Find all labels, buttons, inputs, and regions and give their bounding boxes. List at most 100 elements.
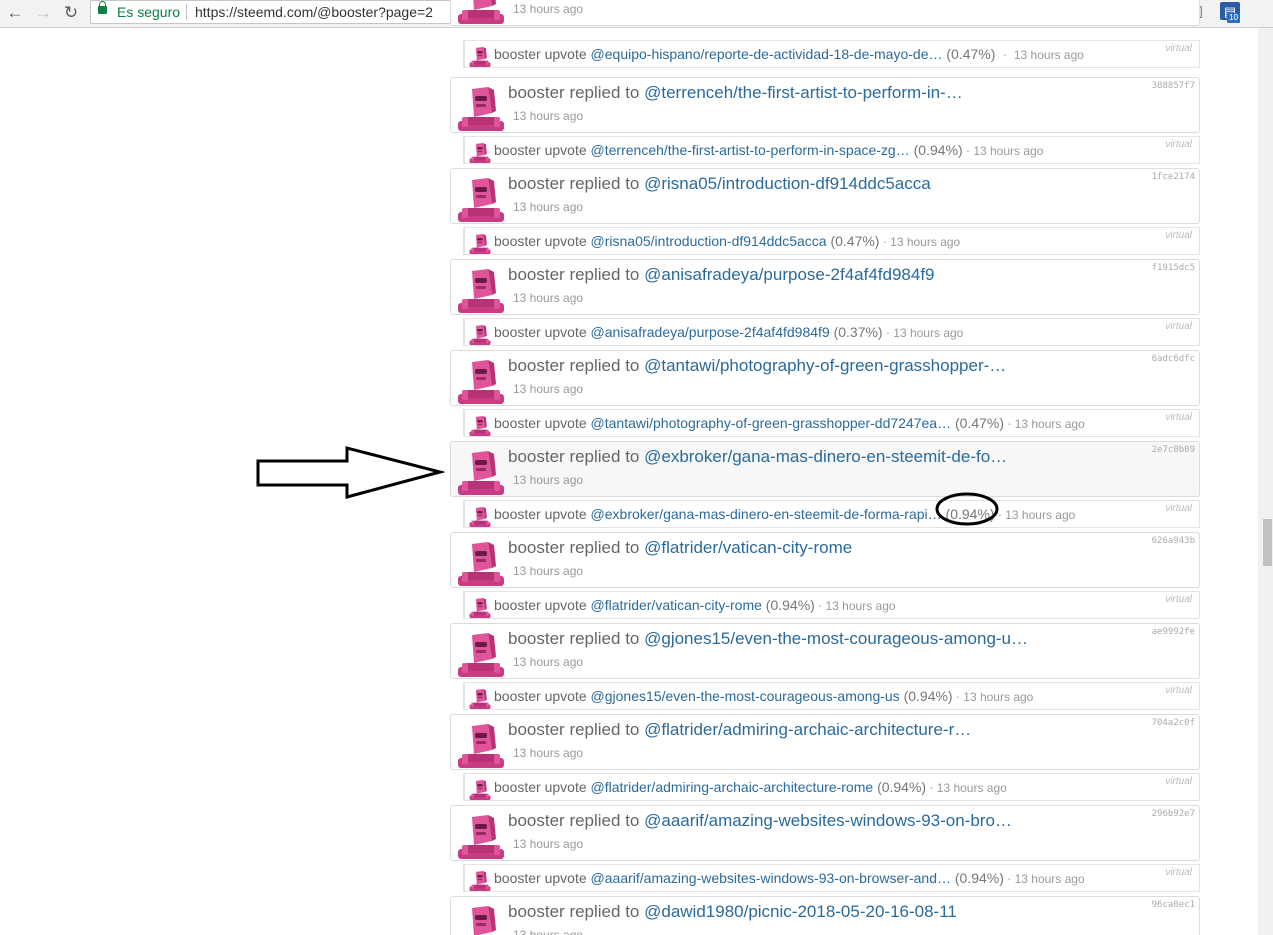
robot-avatar-icon[interactable] <box>458 542 504 586</box>
reply-time: 13 hours ago <box>513 200 584 214</box>
reply-author[interactable]: booster <box>508 83 565 102</box>
reply-post-link[interactable]: @flatrider/admiring-archaic-architecture… <box>644 720 971 739</box>
reply-author[interactable]: booster <box>508 902 565 921</box>
reply-text: booster replied to @anisafradeya/purpose… <box>508 265 935 285</box>
robot-avatar-icon[interactable] <box>458 633 504 677</box>
robot-avatar-icon[interactable] <box>458 724 504 768</box>
vote-action: upvote <box>544 324 587 340</box>
vote-author[interactable]: booster <box>494 142 541 158</box>
page-scrollbar[interactable] <box>1258 28 1273 935</box>
extension-badge: 10 <box>1227 13 1240 23</box>
reply-author[interactable]: booster <box>508 811 565 830</box>
robot-avatar-icon[interactable] <box>458 815 504 859</box>
reply-author[interactable]: booster <box>508 356 565 375</box>
tx-hash[interactable]: 2e7c0b09 <box>1152 445 1195 455</box>
reply-action: replied to <box>569 720 640 739</box>
vote-percent: (0.94%) <box>903 688 953 704</box>
vote-post-link[interactable]: @gjones15/even-the-most-courageous-among… <box>591 688 900 704</box>
robot-avatar-icon[interactable] <box>458 451 504 495</box>
vote-author[interactable]: booster <box>494 870 541 886</box>
reply-entry: booster replied to @aaarif/amazing-websi… <box>450 805 1200 861</box>
vote-author[interactable]: booster <box>494 506 541 522</box>
url-text[interactable]: https://steemd.com/@booster?page=2 <box>195 4 433 20</box>
vote-author[interactable]: booster <box>494 233 541 249</box>
tx-hash[interactable]: 1fce2174 <box>1152 172 1195 182</box>
reload-icon[interactable]: ↻ <box>60 2 82 24</box>
vote-author[interactable]: booster <box>494 779 541 795</box>
reply-action: replied to <box>569 629 640 648</box>
vote-author[interactable]: booster <box>494 688 541 704</box>
reply-text: booster replied to @terrenceh/the-first-… <box>508 83 963 103</box>
secure-label: Es seguro <box>117 4 181 20</box>
reply-post-link[interactable]: @risna05/introduction-df914ddc5acca <box>644 174 931 193</box>
virtual-tag: virtual <box>1165 867 1192 878</box>
reply-author[interactable]: booster <box>508 538 565 557</box>
vote-time: 13 hours ago <box>890 235 961 249</box>
vote-percent: (0.37%) <box>833 324 883 340</box>
tx-hash[interactable]: 626a943b <box>1152 536 1195 546</box>
vote-entry: booster upvote @aaarif/amazing-websites-… <box>463 864 1200 892</box>
vote-percent: (0.94%) <box>765 597 815 613</box>
vote-post-link[interactable]: @anisafradeya/purpose-2f4af4fd984f9 <box>591 324 830 340</box>
vote-post-link[interactable]: @exbroker/gana-mas-dinero-en-steemit-de-… <box>591 506 942 522</box>
reply-author[interactable]: booster <box>508 629 565 648</box>
reply-post-link[interactable]: @tantawi/photography-of-green-grasshoppe… <box>644 356 1006 375</box>
tx-hash[interactable]: 296b92e7 <box>1152 809 1195 819</box>
robot-avatar-icon[interactable] <box>458 87 504 131</box>
scrollbar-thumb[interactable] <box>1263 519 1272 566</box>
vote-entry: booster upvote @flatrider/admiring-archa… <box>463 773 1200 801</box>
reply-action: replied to <box>569 265 640 284</box>
reply-author[interactable]: booster <box>508 720 565 739</box>
vote-entry: booster upvote @gjones15/even-the-most-c… <box>463 682 1200 710</box>
reply-post-link[interactable]: @dawid1980/picnic-2018-05-20-16-08-11 <box>644 902 957 921</box>
vote-entry: booster upvote @flatrider/vatican-city-r… <box>463 591 1200 619</box>
vote-percent: (0.94%) <box>913 142 963 158</box>
virtual-tag: virtual <box>1165 321 1192 332</box>
reply-text: booster replied to @tantawi/photography-… <box>508 356 1006 376</box>
tx-hash[interactable]: 6adc6dfc <box>1152 354 1195 364</box>
vote-entry: booster upvote @equipo-hispano/reporte-d… <box>463 40 1200 68</box>
reply-post-link[interactable]: @gjones15/even-the-most-courageous-among… <box>644 629 1028 648</box>
reply-time: 13 hours ago <box>513 655 584 669</box>
tx-hash[interactable]: 388857f7 <box>1152 81 1195 91</box>
vote-author[interactable]: booster <box>494 46 541 62</box>
vote-post-link[interactable]: @aaarif/amazing-websites-windows-93-on-b… <box>591 870 951 886</box>
vote-action: upvote <box>544 142 587 158</box>
reply-post-link[interactable]: @aaarif/amazing-websites-windows-93-on-b… <box>644 811 1012 830</box>
separator-dot: · <box>965 142 971 158</box>
reply-time: 13 hours ago <box>513 382 584 396</box>
tx-hash[interactable]: ae9992fe <box>1152 627 1195 637</box>
tx-hash[interactable]: 96ca0ec1 <box>1152 900 1195 910</box>
reply-post-link[interactable]: @exbroker/gana-mas-dinero-en-steemit-de-… <box>644 447 1007 466</box>
reply-action: replied to <box>569 902 640 921</box>
reply-time: 13 hours ago <box>513 291 584 305</box>
vote-post-link[interactable]: @terrenceh/the-first-artist-to-perform-i… <box>591 142 910 158</box>
vote-post-link[interactable]: @flatrider/vatican-city-rome <box>591 597 762 613</box>
reply-post-link[interactable]: @anisafradeya/purpose-2f4af4fd984f9 <box>644 265 934 284</box>
reply-entry: booster replied to @risna05/introduction… <box>450 168 1200 224</box>
vote-post-link[interactable]: @equipo-hispano/reporte-de-actividad-18-… <box>591 46 943 62</box>
back-icon[interactable]: ← <box>4 2 26 24</box>
reply-author[interactable]: booster <box>508 447 565 466</box>
tx-hash[interactable]: 704a2c0f <box>1152 718 1195 728</box>
reply-post-link[interactable]: @terrenceh/the-first-artist-to-perform-i… <box>644 83 963 102</box>
robot-avatar-icon[interactable] <box>458 360 504 404</box>
reply-author[interactable]: booster <box>508 265 565 284</box>
forward-icon[interactable]: → <box>32 2 54 24</box>
vote-post-link[interactable]: @risna05/introduction-df914ddc5acca <box>591 233 827 249</box>
reply-entry: booster replied to @dawid1980/picnic-201… <box>450 896 1200 935</box>
reply-post-link[interactable]: @flatrider/vatican-city-rome <box>644 538 852 557</box>
vote-author[interactable]: booster <box>494 597 541 613</box>
vote-post-link[interactable]: @flatrider/admiring-archaic-architecture… <box>591 779 874 795</box>
vote-author[interactable]: booster <box>494 324 541 340</box>
robot-avatar-icon[interactable] <box>458 178 504 222</box>
vote-percent: (0.94%) <box>877 779 927 795</box>
vote-post-link[interactable]: @tantawi/photography-of-green-grasshoppe… <box>591 415 952 431</box>
robot-avatar-icon[interactable] <box>458 906 504 935</box>
vote-author[interactable]: booster <box>494 415 541 431</box>
reply-author[interactable]: booster <box>508 174 565 193</box>
reply-action: replied to <box>569 174 640 193</box>
separator-dot: · <box>882 233 888 249</box>
robot-avatar-icon[interactable] <box>458 269 504 313</box>
tx-hash[interactable]: f1915dc5 <box>1152 263 1195 273</box>
